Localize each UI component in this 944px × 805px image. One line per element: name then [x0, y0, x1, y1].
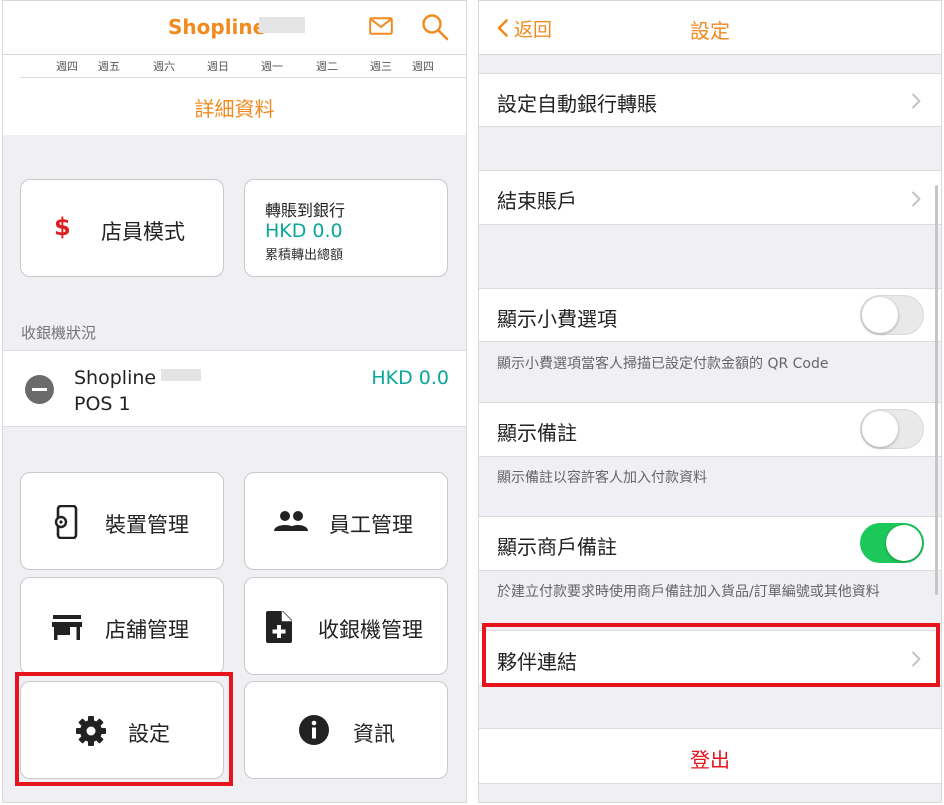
show-tip-hint: 顯示小費選項當客人掃描已設定付款金額的 QR Code [497, 356, 829, 372]
device-management-label: 裝置管理 [105, 513, 189, 537]
show-note-row: 顯示備註 [479, 402, 941, 457]
show-merchant-note-label: 顯示商戶備註 [497, 535, 617, 559]
transfer-title: 轉賬到銀行 [265, 201, 346, 220]
search-icon[interactable] [421, 13, 449, 41]
details-link[interactable]: 詳細資料 [3, 93, 466, 122]
partner-link-highlight-box [482, 623, 940, 687]
calendar-strip: 週四 週五 週六 週日 週一 週二 週三 週四 詳細資料 [3, 55, 466, 135]
info-icon [299, 715, 329, 745]
show-merchant-note-toggle[interactable] [860, 523, 924, 563]
close-account-label: 結束賬戶 [497, 189, 577, 213]
weekday-label: 週日 [207, 60, 229, 73]
show-merchant-note-row: 顯示商戶備註 [479, 516, 941, 571]
register-management-button[interactable]: 收銀機管理 [244, 577, 448, 675]
close-account-row[interactable]: 結束賬戶 [479, 170, 941, 225]
show-merchant-note-hint: 於建立付款要求時使用商戶備註加入貨品/訂單編號或其他資料 [497, 584, 880, 600]
top-nav-bar: 返回 設定 [479, 1, 941, 55]
chevron-right-icon [912, 93, 921, 109]
staff-management-button[interactable]: 員工管理 [244, 472, 448, 570]
register-management-label: 收銀機管理 [318, 618, 423, 642]
weekday-label: 週一 [261, 60, 283, 73]
weekday-label: 週五 [98, 60, 120, 73]
redacted-store-name [259, 17, 305, 33]
screenshot: Shopline 週四 週五 週六 週日 週一 週二 週三 週四 詳細資料 $ … [0, 0, 944, 805]
settings-screen: 返回 設定 設定自動銀行轉賬 結束賬戶 顯示小費選項 顯示小費選項當客人掃描已設… [478, 0, 942, 803]
redacted-pos-name [161, 369, 201, 381]
brand-title: Shopline [168, 15, 267, 39]
pos-id: POS 1 [74, 393, 131, 415]
weekday-label: 週四 [412, 60, 434, 73]
phone-gear-icon [54, 505, 78, 539]
transfer-to-bank-card[interactable]: 轉賬到銀行 HKD 0.0 累積轉出總額 [244, 179, 448, 277]
mail-icon[interactable] [369, 17, 393, 35]
show-note-hint: 顯示備註以容許客人加入付款資料 [497, 470, 707, 486]
logout-label: 登出 [690, 748, 730, 772]
chevron-right-icon [912, 191, 921, 207]
chevron-left-icon [497, 19, 508, 37]
dollar-icon: $ [54, 213, 71, 241]
auto-bank-transfer-row[interactable]: 設定自動銀行轉賬 [479, 73, 941, 127]
scrollbar[interactable] [935, 185, 938, 595]
show-tip-row: 顯示小費選項 [479, 288, 941, 342]
auto-bank-transfer-label: 設定自動銀行轉賬 [497, 92, 657, 116]
back-label: 返回 [514, 18, 553, 41]
people-icon [274, 511, 308, 531]
weekday-label: 週三 [370, 60, 392, 73]
divider [20, 77, 466, 78]
device-management-button[interactable]: 裝置管理 [20, 472, 224, 570]
weekday-label: 週四 [56, 60, 78, 73]
dashboard-screen: Shopline 週四 週五 週六 週日 週一 週二 週三 週四 詳細資料 $ … [2, 0, 467, 803]
minus-icon [25, 375, 54, 404]
back-button[interactable]: 返回 [497, 15, 552, 41]
info-label: 資訊 [353, 722, 395, 746]
store-management-label: 店舖管理 [105, 618, 189, 642]
weekday-label: 週六 [153, 60, 175, 73]
show-tip-toggle[interactable] [860, 295, 924, 335]
transfer-amount: HKD 0.0 [265, 220, 343, 242]
weekday-labels: 週四 週五 週六 週日 週一 週二 週三 週四 [20, 58, 450, 74]
toggle-knob [862, 411, 898, 447]
logout-button[interactable]: 登出 [479, 728, 941, 784]
store-management-button[interactable]: 店舖管理 [20, 577, 224, 675]
staff-management-label: 員工管理 [329, 513, 413, 537]
pos-amount: HKD 0.0 [371, 367, 449, 389]
show-note-label: 顯示備註 [497, 421, 577, 445]
pos-name: Shopline [74, 367, 157, 389]
store-icon [52, 615, 82, 640]
top-nav-bar: Shopline [3, 1, 466, 55]
toggle-knob [862, 297, 898, 333]
pos-status-row[interactable]: Shopline POS 1 HKD 0.0 [3, 350, 466, 427]
transfer-subtitle: 累積轉出總額 [265, 248, 344, 263]
section-title: 收銀機狀況 [21, 324, 97, 342]
weekday-label: 週二 [316, 60, 338, 73]
add-file-icon [266, 611, 292, 643]
settings-highlight-box [15, 672, 233, 786]
staff-mode-label: 店員模式 [101, 220, 185, 244]
show-note-toggle[interactable] [860, 409, 924, 449]
info-button[interactable]: 資訊 [244, 681, 448, 779]
staff-mode-card[interactable]: $ 店員模式 [20, 179, 224, 277]
show-tip-label: 顯示小費選項 [497, 307, 617, 331]
toggle-knob [886, 525, 922, 561]
